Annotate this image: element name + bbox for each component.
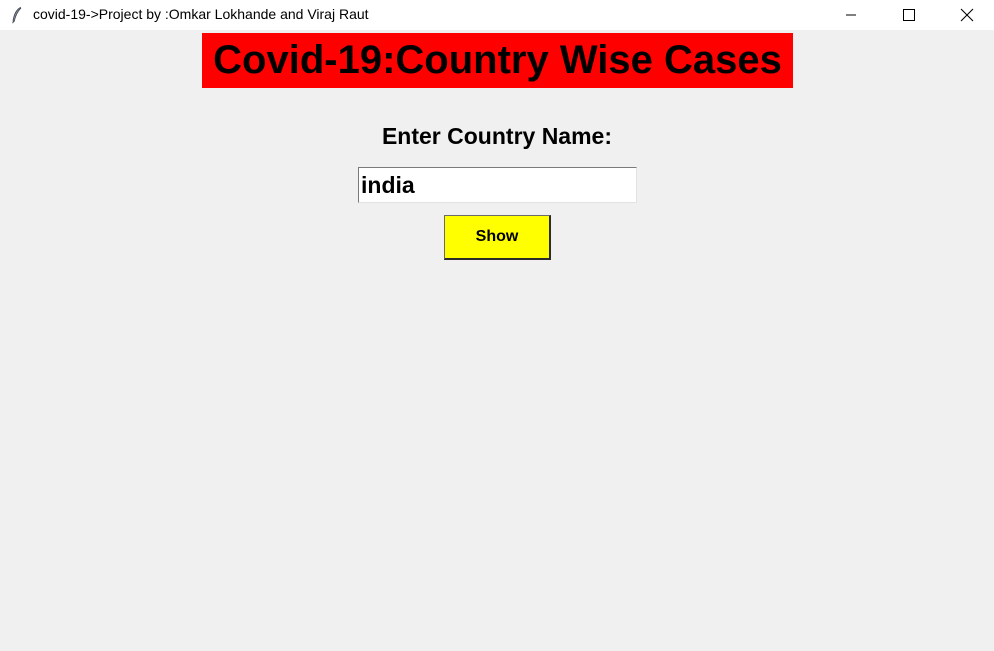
main-content: Covid-19:Country Wise Cases Enter Countr… bbox=[0, 30, 994, 651]
window-title: covid-19->Project by :Omkar Lokhande and… bbox=[33, 6, 369, 22]
title-bar[interactable]: covid-19->Project by :Omkar Lokhande and… bbox=[0, 0, 994, 30]
app-window: covid-19->Project by :Omkar Lokhande and… bbox=[0, 0, 994, 651]
maximize-icon bbox=[903, 9, 915, 21]
close-button[interactable] bbox=[944, 0, 990, 30]
page-title: Covid-19:Country Wise Cases bbox=[202, 33, 793, 88]
feather-icon bbox=[8, 6, 26, 24]
country-name-label: Enter Country Name: bbox=[381, 123, 613, 149]
maximize-button[interactable] bbox=[886, 0, 932, 30]
minimize-icon bbox=[845, 9, 857, 21]
minimize-button[interactable] bbox=[828, 0, 874, 30]
close-icon bbox=[960, 8, 974, 22]
show-button[interactable]: Show bbox=[444, 215, 551, 260]
country-name-input[interactable] bbox=[358, 167, 637, 203]
